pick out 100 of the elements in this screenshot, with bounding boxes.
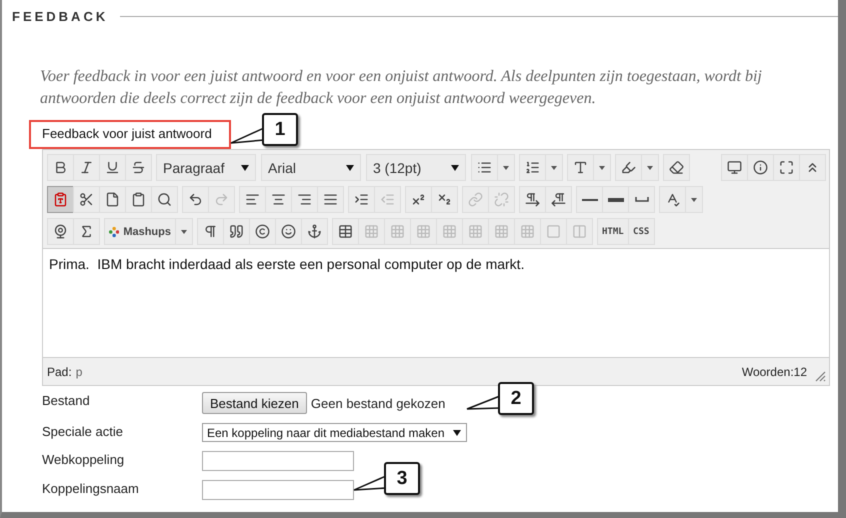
bold-icon (53, 160, 68, 175)
indent-button[interactable] (348, 186, 375, 213)
info-button[interactable] (747, 154, 774, 181)
indent-icon (354, 192, 369, 207)
numbered-list-button[interactable] (519, 154, 546, 181)
unlink-icon (494, 192, 509, 207)
table-grid-icon (442, 224, 457, 239)
code-view-button[interactable]: HTML (597, 218, 629, 245)
table-grid-icon (494, 224, 509, 239)
highlighter-button[interactable] (615, 154, 642, 181)
subscript-button[interactable] (431, 186, 458, 213)
file-status: Geen bestand gekozen (310, 396, 446, 410)
search-button[interactable] (151, 186, 178, 213)
clipboard-icon (131, 192, 146, 207)
table-grid-icon (468, 224, 483, 239)
dropdown-button[interactable] (175, 218, 193, 245)
choose-file-button[interactable]: Bestand kiezen (202, 392, 307, 414)
formula-button[interactable] (73, 218, 100, 245)
smiley-button[interactable] (275, 218, 302, 245)
callout-badge: 2 (498, 382, 534, 415)
copy-button[interactable] (99, 186, 126, 213)
align-center-button[interactable] (265, 186, 292, 213)
undo-button[interactable] (182, 186, 209, 213)
copyright-button[interactable] (249, 218, 276, 245)
anchor-icon (307, 224, 322, 239)
numbered-list-icon (525, 160, 540, 175)
action-select[interactable]: Een koppeling naar dit mediabestand maken (202, 423, 466, 442)
line-button[interactable] (576, 186, 603, 213)
space-button[interactable] (628, 186, 655, 213)
code-view-button[interactable]: CSS (628, 218, 655, 245)
table-button[interactable] (332, 218, 359, 245)
leader-line (230, 127, 265, 144)
strikethrough-icon (131, 160, 146, 175)
copy-icon (105, 192, 120, 207)
paste-text-button[interactable] (47, 186, 74, 213)
dropdown-button[interactable] (685, 186, 703, 213)
spellcheck-button[interactable] (659, 186, 686, 213)
italic-button[interactable] (73, 154, 100, 181)
superscript-button[interactable] (405, 186, 432, 213)
format-dropdown[interactable]: Arial (261, 154, 361, 181)
pilcrow-left-button[interactable] (545, 186, 572, 213)
align-justify-button[interactable] (317, 186, 344, 213)
text-input[interactable] (202, 451, 354, 471)
pilcrow-right-button[interactable] (519, 186, 546, 213)
underline-button[interactable] (99, 154, 126, 181)
pilcrow-left-icon (551, 192, 566, 207)
outdent-icon (380, 192, 395, 207)
format-dropdown[interactable]: 3 (12pt) (366, 154, 466, 181)
path-value: p (76, 364, 82, 378)
bold-button[interactable] (47, 154, 74, 181)
text-color-icon (573, 160, 588, 175)
italic-icon (79, 160, 94, 175)
resize-grip-icon[interactable] (815, 371, 826, 382)
monitor-button[interactable] (721, 154, 748, 181)
highlighter-icon (621, 160, 636, 175)
editor-content[interactable]: Prima. IBM bracht inderdaad als eerste een personal computer op de markt. (43, 248, 829, 358)
line-icon (582, 198, 598, 200)
anchor-button[interactable] (301, 218, 328, 245)
pilcrow-button[interactable] (197, 218, 224, 245)
eraser-button[interactable] (663, 154, 690, 181)
align-justify-icon (323, 192, 338, 207)
dropdown-button[interactable] (497, 154, 515, 181)
strikethrough-button[interactable] (125, 154, 152, 181)
thick-line-button[interactable] (602, 186, 629, 213)
monitor-icon (727, 160, 742, 175)
table-grid-icon (520, 224, 535, 239)
bullet-list-icon (477, 160, 492, 175)
quote-button[interactable] (223, 218, 250, 245)
pilcrow-right-icon (525, 192, 540, 207)
webcam-button[interactable] (47, 218, 74, 245)
scissors-icon (79, 192, 94, 207)
text-color-button[interactable] (567, 154, 594, 181)
align-left-button[interactable] (239, 186, 266, 213)
path-label: Pad: (47, 364, 72, 378)
formula-icon (79, 224, 94, 239)
pilcrow-icon (203, 224, 218, 239)
eraser-icon (669, 160, 684, 175)
bullet-list-button[interactable] (471, 154, 498, 181)
copyright-icon (255, 224, 270, 239)
dropdown-button[interactable] (593, 154, 611, 181)
fullscreen-button[interactable] (773, 154, 800, 181)
scissors-button[interactable] (73, 186, 100, 213)
field-label: Feedback voor juist antwoord (29, 120, 231, 149)
align-right-button[interactable] (291, 186, 318, 213)
cell-icon (546, 224, 561, 239)
align-right-icon (297, 192, 312, 207)
dropdown-button[interactable] (641, 154, 659, 181)
form-label: Webkoppeling (42, 451, 126, 469)
info-icon (753, 160, 768, 175)
subscript-icon (437, 192, 452, 207)
callout-badge: 1 (262, 113, 298, 146)
search-icon (157, 192, 172, 207)
webcam-icon (53, 224, 68, 239)
dropdown-button[interactable] (545, 154, 563, 181)
format-dropdown[interactable]: Paragraaf (156, 154, 256, 181)
clipboard-button[interactable] (125, 186, 152, 213)
mashups-button[interactable]: Mashups (104, 218, 176, 245)
underline-icon (105, 160, 120, 175)
collapse-button[interactable] (799, 154, 826, 181)
space-icon (634, 197, 648, 202)
